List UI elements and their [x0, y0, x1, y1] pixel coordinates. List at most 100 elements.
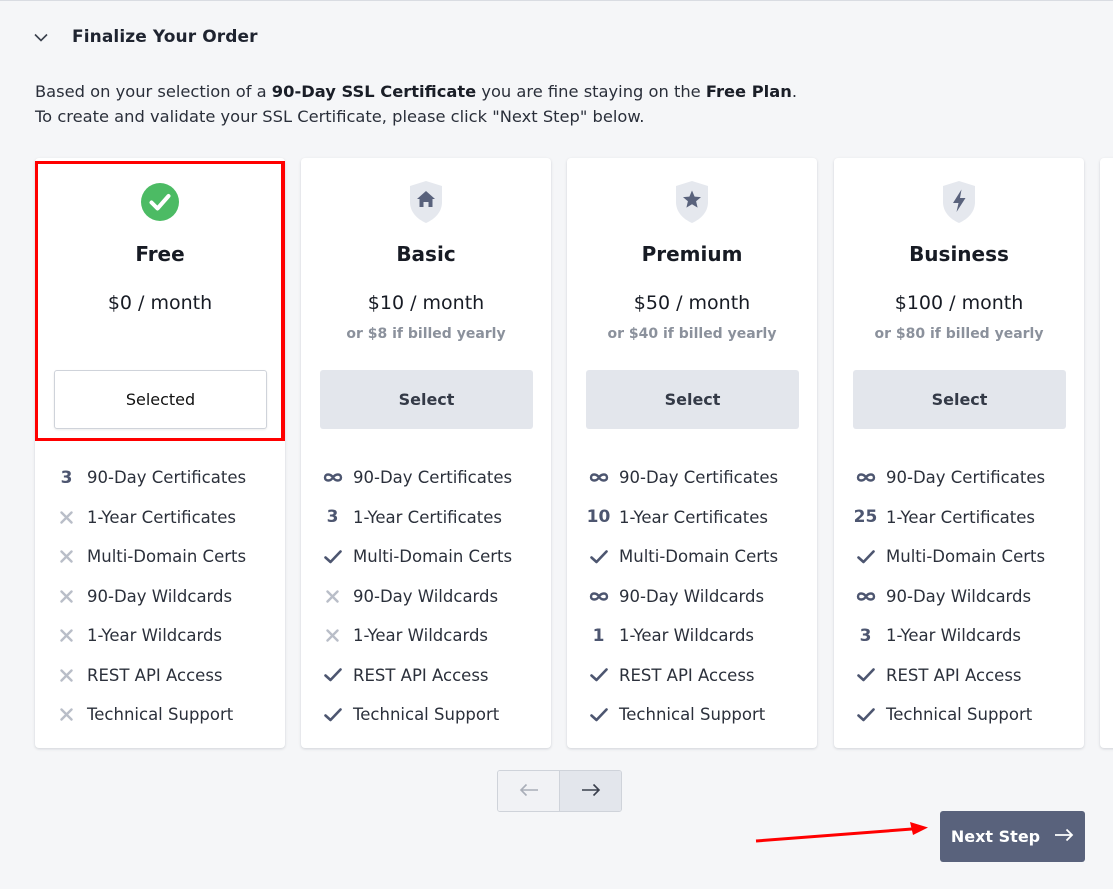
- selected-button[interactable]: Selected: [54, 370, 267, 429]
- plan-pagination: [497, 770, 622, 812]
- cross-icon: [55, 629, 78, 642]
- count-badge: 25: [853, 507, 878, 528]
- cross-icon: [55, 669, 78, 682]
- count-badge: 10: [586, 507, 611, 528]
- feature-label: Technical Support: [87, 705, 234, 725]
- feature-item: 90-Day Wildcards: [854, 577, 1074, 617]
- feature-item: REST API Access: [55, 656, 275, 696]
- cross-icon: [321, 590, 344, 603]
- section-header[interactable]: Finalize Your Order: [28, 20, 258, 54]
- plan-name: Business: [909, 242, 1009, 266]
- feature-label: Technical Support: [886, 705, 1033, 725]
- feature-item: 90-Day Certificates: [854, 458, 1074, 498]
- feature-item: 3 1-Year Wildcards: [854, 616, 1074, 656]
- feature-label: 90-Day Certificates: [886, 468, 1046, 488]
- check-icon: [321, 668, 344, 682]
- feature-item: REST API Access: [587, 656, 807, 696]
- arrow-left-icon: [519, 782, 539, 801]
- top-divider: [0, 0, 1113, 1]
- feature-item: Multi-Domain Certs: [587, 537, 807, 577]
- feature-label: 1-Year Certificates: [619, 507, 768, 527]
- check-icon: [587, 549, 610, 564]
- feature-label: Multi-Domain Certs: [353, 547, 513, 567]
- plan-yearly-price: or $8 if billed yearly: [346, 326, 506, 342]
- next-page-button[interactable]: [559, 771, 621, 811]
- check-icon: [854, 549, 877, 564]
- feature-item: Multi-Domain Certs: [321, 537, 541, 577]
- feature-item: 90-Day Certificates: [587, 458, 807, 498]
- cross-icon: [55, 708, 78, 721]
- intro-cert-type: 90-Day SSL Certificate: [271, 82, 477, 101]
- next-step-button[interactable]: Next Step: [940, 811, 1085, 862]
- annotation-arrow: [755, 822, 928, 843]
- plan-price: $0 / month: [107, 292, 213, 314]
- check-icon: [854, 668, 877, 682]
- feature-label: REST API Access: [619, 665, 755, 685]
- feature-label: 1-Year Wildcards: [886, 626, 1022, 646]
- feature-label: REST API Access: [353, 665, 489, 685]
- cross-icon: [55, 550, 78, 563]
- home-shield-icon: [406, 180, 446, 224]
- feature-item: 25 1-Year Certificates: [854, 498, 1074, 538]
- intro-mid: you are fine staying on the: [476, 82, 706, 101]
- check-icon: [854, 707, 877, 722]
- feature-list: 90-Day Certificates 10 1-Year Certificates…: [587, 458, 807, 735]
- plan-name: Basic: [396, 242, 456, 266]
- feature-label: 1-Year Certificates: [353, 507, 502, 527]
- feature-label: 1-Year Certificates: [886, 507, 1035, 527]
- section-title: Finalize Your Order: [72, 27, 258, 47]
- feature-item: Technical Support: [854, 695, 1074, 735]
- feature-item: 1-Year Wildcards: [321, 616, 541, 656]
- plan-card-premium: Premium $50 / month or $40 if billed yea…: [567, 158, 817, 748]
- intro-line-2: To create and validate your SSL Certific…: [35, 107, 645, 126]
- infinity-icon: [854, 472, 877, 483]
- check-icon: [587, 707, 610, 722]
- feature-label: Multi-Domain Certs: [619, 547, 779, 567]
- count-badge: 3: [326, 507, 339, 528]
- feature-label: 1-Year Wildcards: [619, 626, 755, 646]
- prev-page-button[interactable]: [498, 771, 559, 811]
- feature-item: 90-Day Certificates: [321, 458, 541, 498]
- cross-icon: [55, 511, 78, 524]
- feature-list: 3 90-Day Certificates 1-Year Certificates M…: [55, 458, 275, 735]
- feature-item: 1 1-Year Wildcards: [587, 616, 807, 656]
- feature-item: REST API Access: [854, 656, 1074, 696]
- count-badge: 3: [60, 467, 73, 488]
- plan-yearly-price: or $80 if billed yearly: [874, 326, 1044, 342]
- arrow-right-icon: [1054, 827, 1074, 846]
- chevron-down-icon[interactable]: [28, 24, 54, 50]
- feature-item: Multi-Domain Certs: [854, 537, 1074, 577]
- count-badge: 1: [592, 625, 605, 646]
- plan-card-business: Business $100 / month or $80 if billed y…: [834, 158, 1084, 748]
- intro-end: .: [791, 82, 798, 101]
- intro-plan: Free Plan: [705, 82, 792, 101]
- feature-label: Technical Support: [353, 705, 500, 725]
- check-circle-icon: [140, 180, 180, 224]
- count-badge: 3: [859, 625, 872, 646]
- intro-line-1: Based on your selection of a 90-Day SSL …: [35, 79, 797, 104]
- arrow-right-icon: [581, 782, 601, 801]
- select-button[interactable]: Select: [586, 370, 799, 429]
- feature-item: REST API Access: [321, 656, 541, 696]
- cross-icon: [321, 629, 344, 642]
- feature-item: Technical Support: [587, 695, 807, 735]
- select-button[interactable]: Select: [320, 370, 533, 429]
- feature-item: 1-Year Wildcards: [55, 616, 275, 656]
- feature-label: Multi-Domain Certs: [87, 547, 247, 567]
- feature-label: Multi-Domain Certs: [886, 547, 1046, 567]
- infinity-icon: [587, 472, 610, 483]
- plan-name: Free: [135, 242, 185, 266]
- plan-card-next-peek: [1100, 158, 1113, 748]
- feature-item: 1-Year Certificates: [55, 498, 275, 538]
- plan-price: $10 / month: [367, 292, 485, 314]
- plan-card-basic: Basic $10 / month or $8 if billed yearly…: [301, 158, 551, 748]
- plan-yearly-price: or $40 if billed yearly: [607, 326, 777, 342]
- feature-label: 1-Year Certificates: [87, 507, 236, 527]
- next-step-label: Next Step: [950, 827, 1041, 846]
- feature-item: Technical Support: [321, 695, 541, 735]
- feature-item: 90-Day Wildcards: [587, 577, 807, 617]
- select-button[interactable]: Select: [853, 370, 1066, 429]
- feature-label: 1-Year Wildcards: [87, 626, 223, 646]
- feature-item: 3 90-Day Certificates: [55, 458, 275, 498]
- feature-label: 90-Day Wildcards: [619, 586, 765, 606]
